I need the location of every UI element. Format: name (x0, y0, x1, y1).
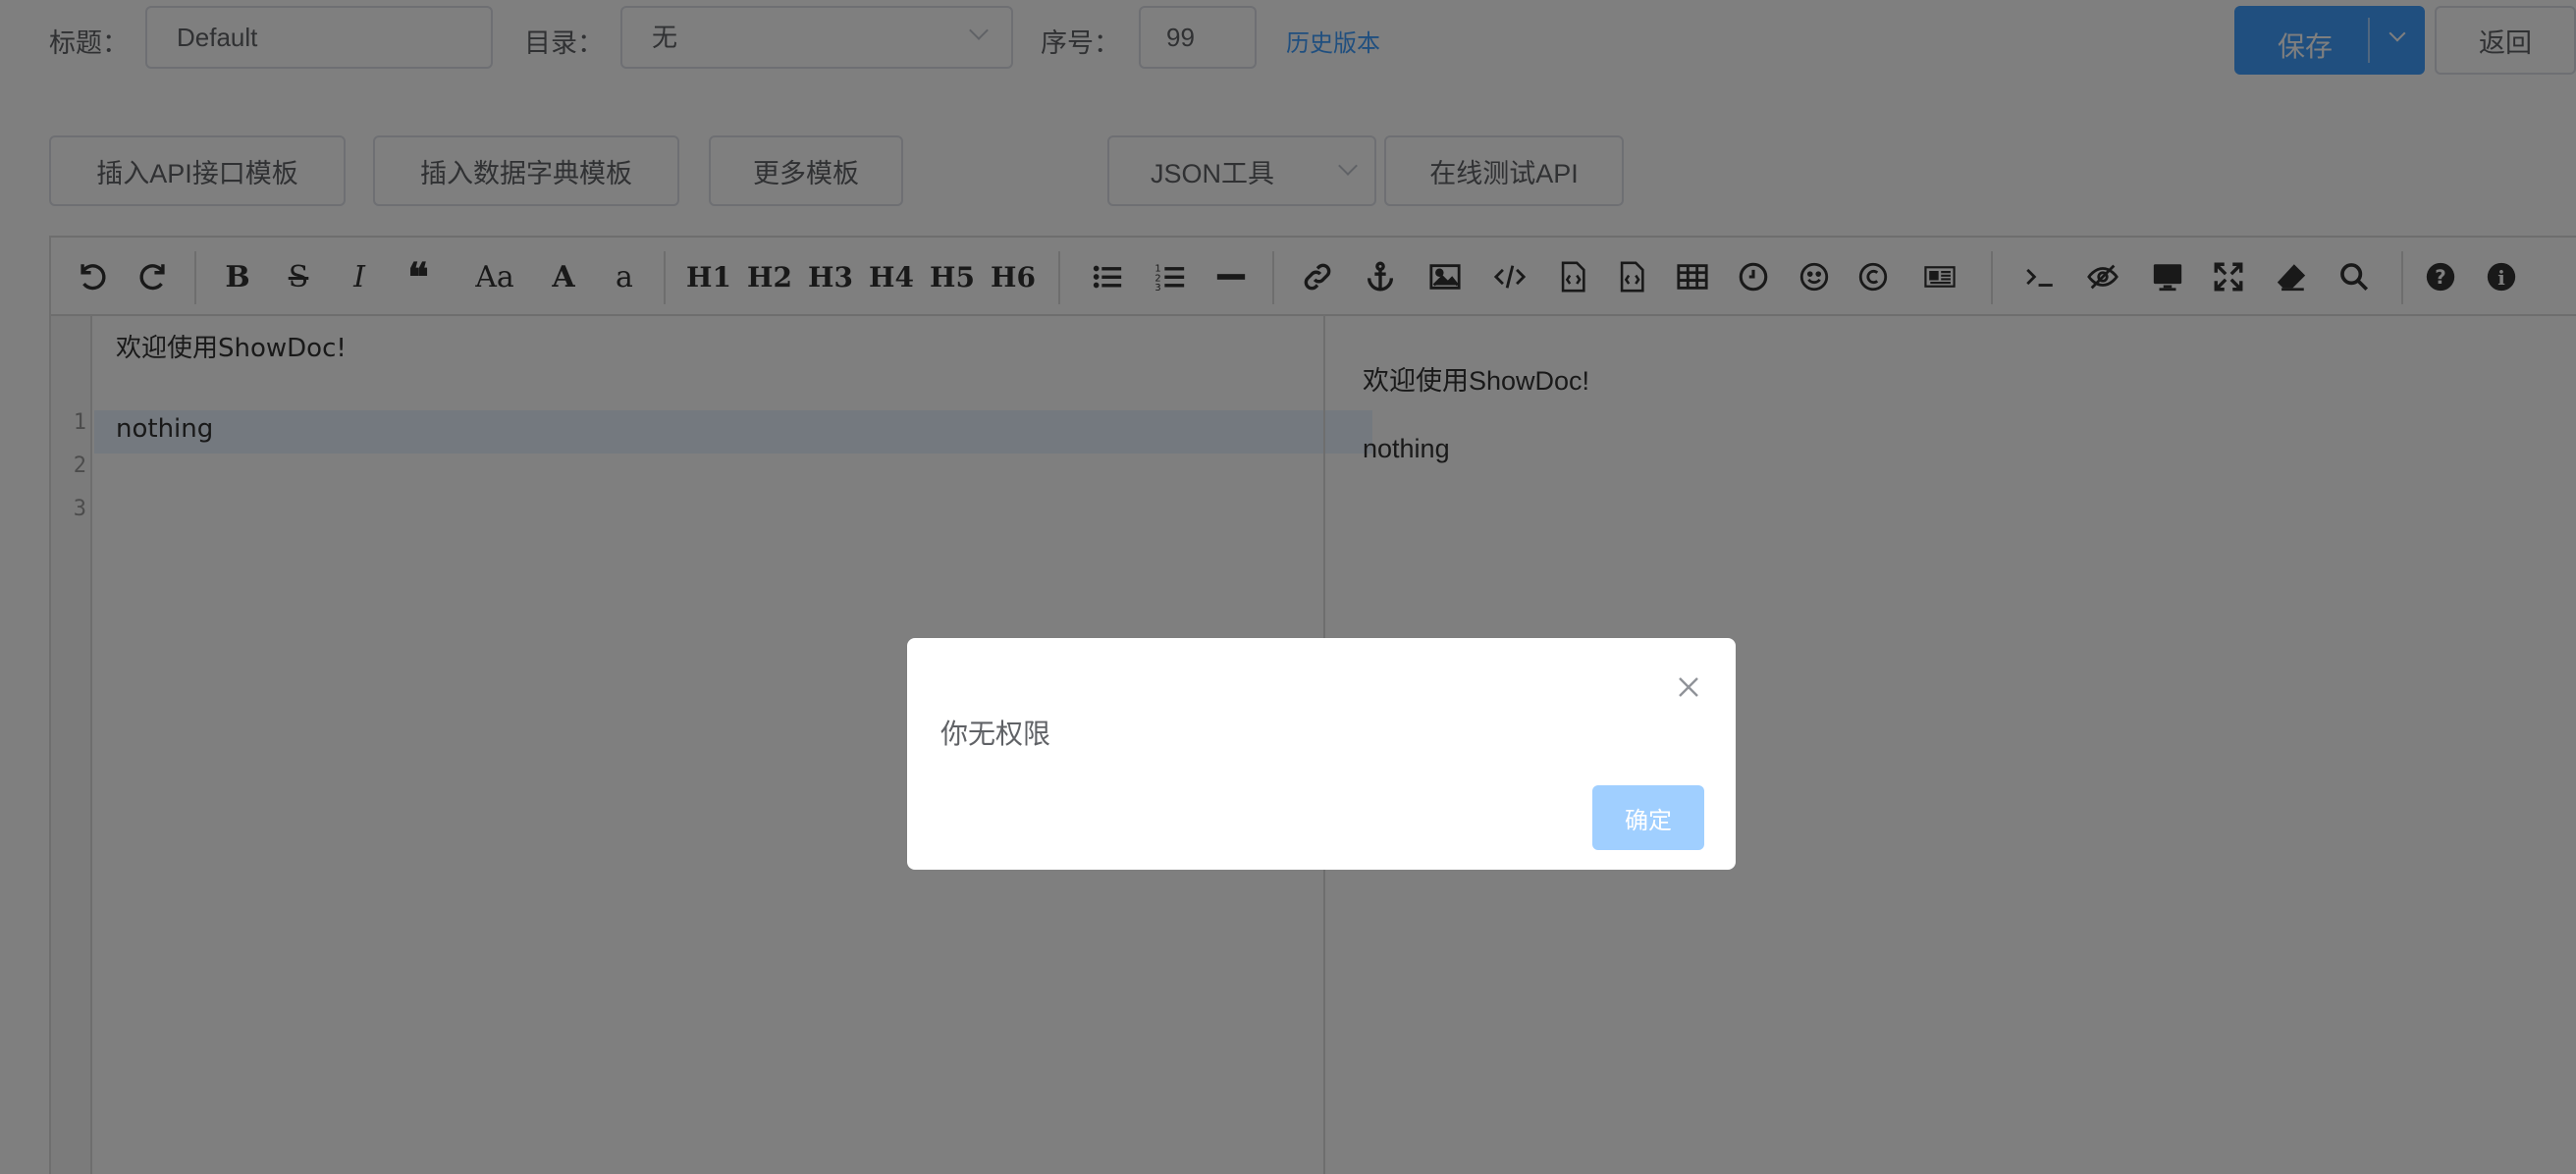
modal-overlay[interactable] (0, 0, 2576, 1174)
dialog-message: 你无权限 (940, 718, 1051, 750)
confirm-button-label: 确定 (1625, 807, 1672, 834)
alert-dialog: 你无权限 确定 (907, 638, 1736, 870)
confirm-button[interactable]: 确定 (1592, 785, 1704, 850)
close-icon[interactable] (1673, 671, 1704, 703)
